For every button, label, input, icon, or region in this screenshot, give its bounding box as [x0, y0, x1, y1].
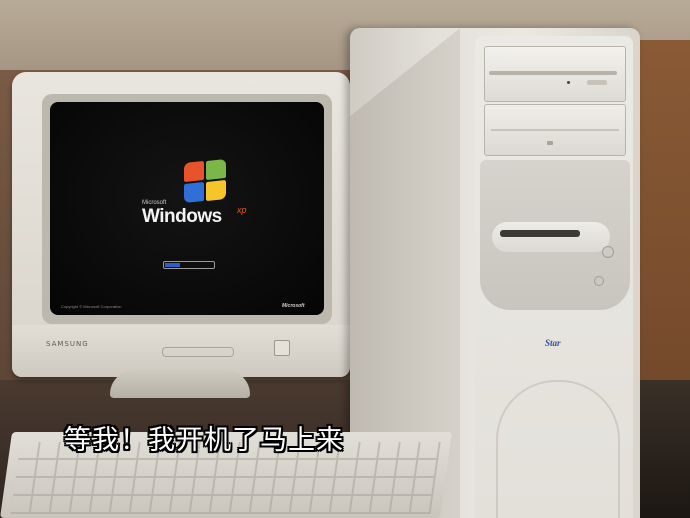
drive-led-icon — [567, 81, 570, 84]
optical-drive — [484, 46, 626, 102]
eject-button — [587, 80, 607, 85]
bay-button — [547, 141, 553, 145]
boot-progress-fill — [165, 263, 180, 267]
boot-progress-bar — [163, 261, 215, 269]
monitor-brand: SAMSUNG — [46, 340, 89, 348]
power-led-icon — [602, 246, 614, 258]
boot-brand-word: Windows — [142, 206, 222, 227]
case-sticker: Star — [545, 338, 561, 348]
windows-flag-icon — [182, 158, 228, 204]
desk-clutter — [640, 380, 690, 518]
boot-brand-suffix: xp — [237, 205, 247, 215]
bay-seam — [491, 129, 619, 131]
monitor-stand — [110, 370, 250, 398]
screen-bezel: Microsoft Windows xp Copyright © Microso… — [42, 94, 332, 324]
front-panel — [480, 160, 630, 310]
optical-drive-tray — [489, 71, 617, 75]
hdd-led-icon — [594, 276, 604, 286]
microsoft-logo: Microsoft — [282, 303, 305, 309]
drive-bay-cover — [484, 104, 626, 156]
meme-caption: 等我！我开机了马上来 — [64, 425, 344, 456]
monitor-logo-plate — [162, 347, 234, 357]
floppy-slot — [500, 230, 580, 237]
crt-monitor: Microsoft Windows xp Copyright © Microso… — [12, 72, 350, 377]
case-vent-curve — [496, 380, 620, 518]
floppy-drive — [492, 222, 610, 252]
boot-copyright: Copyright © Microsoft Corporation — [61, 304, 122, 309]
photo-scene: Microsoft Windows xp Copyright © Microso… — [0, 0, 690, 518]
monitor-screen: Microsoft Windows xp Copyright © Microso… — [50, 102, 324, 315]
monitor-power-button — [274, 340, 290, 356]
